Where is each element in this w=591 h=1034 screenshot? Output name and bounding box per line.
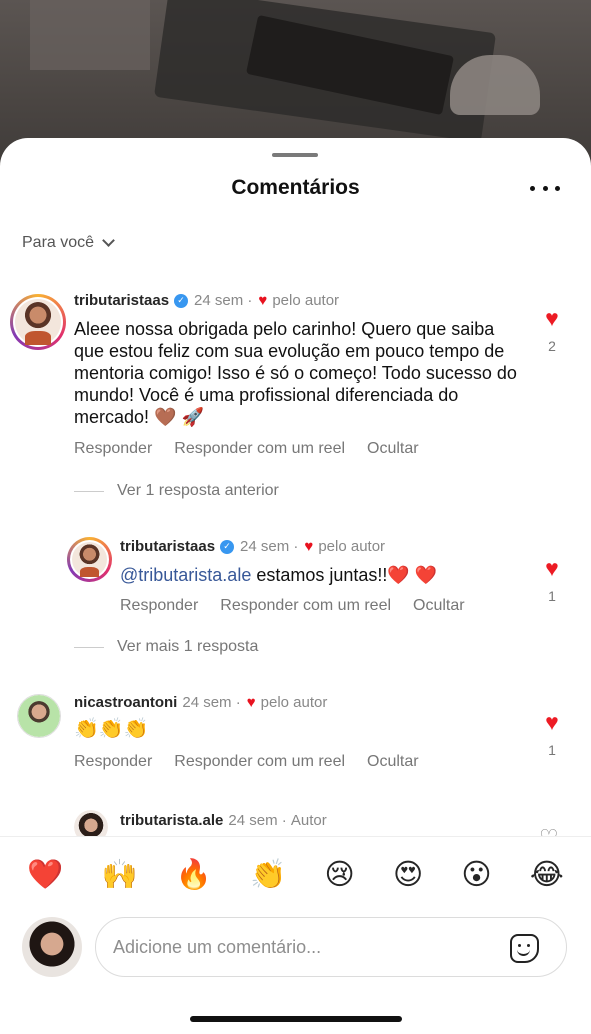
liked-by-author-heart-icon: ♥	[304, 538, 314, 555]
reply-button[interactable]: Responder	[74, 440, 152, 458]
emoji-clap[interactable]: 👏	[250, 857, 286, 892]
comment-text: Aleee nossa obrigada pelo carinho! Quero…	[74, 319, 517, 427]
comment-meta: nicastroantoni 24 sem · ♥ pelo autor	[74, 694, 328, 711]
timestamp: 24 sem	[240, 538, 290, 555]
comment-actions: Responder Responder com um reel Ocultar	[120, 597, 487, 615]
hide-button[interactable]: Ocultar	[367, 753, 419, 771]
author-tag: Autor	[290, 812, 327, 829]
emoji-quick-bar: ❤️ 🙌 🔥 👏 😢 😍 😮 😂	[0, 857, 591, 892]
hide-button[interactable]: Ocultar	[367, 440, 419, 458]
liked-by-author-heart-icon: ♥	[258, 292, 268, 309]
mention-link[interactable]: @tributarista.ale	[120, 565, 251, 585]
view-previous-replies-link[interactable]: Ver 1 resposta anterior	[74, 482, 279, 500]
timestamp: 24 sem	[194, 292, 244, 309]
background-cup	[450, 55, 540, 115]
sticker-icon[interactable]	[510, 934, 539, 963]
emoji-fire[interactable]: 🔥	[176, 857, 212, 892]
reply-with-reel-button[interactable]: Responder com um reel	[174, 440, 345, 458]
heart-icon[interactable]: ♥	[537, 710, 567, 734]
like-control: ♥ 1	[537, 710, 567, 758]
emoji-crying[interactable]: 😢	[324, 857, 354, 892]
username[interactable]: tributaristaas	[120, 538, 215, 555]
timestamp: 24 sem	[182, 694, 232, 711]
comment: nicastroantoni 24 sem · ♥ pelo autor 👏👏👏…	[0, 686, 591, 786]
comment-meta: tributaristaas ✓ 24 sem · ♥ pelo autor	[120, 538, 386, 555]
avatar[interactable]	[10, 294, 66, 350]
comment-input[interactable]	[113, 936, 493, 958]
emoji-raised-hands[interactable]: 🙌	[101, 857, 137, 892]
verified-icon: ✓	[220, 539, 235, 554]
like-count: 2	[548, 338, 556, 354]
comment: tributaristaas ✓ 24 sem · ♥ pelo autor A…	[0, 286, 591, 506]
reply-button[interactable]: Responder	[74, 753, 152, 771]
username[interactable]: nicastroantoni	[74, 694, 177, 711]
more-options-icon[interactable]	[530, 180, 560, 196]
view-more-replies-link[interactable]: Ver mais 1 resposta	[74, 638, 258, 656]
comment-meta: tributaristaas ✓ 24 sem · ♥ pelo autor	[74, 292, 340, 309]
comment-meta: tributarista.ale 24 sem · Autor	[120, 812, 327, 829]
like-control: ♥ 2	[537, 306, 567, 354]
timestamp: 24 sem	[228, 812, 278, 829]
username[interactable]: tributaristaas	[74, 292, 169, 309]
verified-icon: ✓	[174, 293, 189, 308]
emoji-surprised[interactable]: 😮	[461, 857, 491, 892]
sheet-title: Comentários	[231, 176, 360, 199]
like-count: 1	[548, 588, 556, 604]
home-indicator	[190, 1016, 402, 1022]
emoji-laughing[interactable]: 😂	[530, 857, 564, 892]
liked-by-author-label: pelo autor	[318, 538, 386, 555]
reply-with-reel-button[interactable]: Responder com um reel	[174, 753, 345, 771]
avatar[interactable]	[67, 537, 112, 582]
liked-by-author-heart-icon: ♥	[246, 694, 256, 711]
comment-actions: Responder Responder com um reel Ocultar	[74, 753, 441, 771]
emoji-heart-eyes[interactable]: 😍	[393, 857, 423, 892]
like-count: 1	[548, 742, 556, 758]
hide-button[interactable]: Ocultar	[413, 597, 465, 615]
liked-by-author-label: pelo autor	[260, 694, 328, 711]
heart-icon[interactable]: ♥	[537, 556, 567, 580]
like-control: ♥ 1	[537, 556, 567, 604]
heart-icon[interactable]: ♥	[537, 306, 567, 330]
comment-composer: ❤️ 🙌 🔥 👏 😢 😍 😮 😂	[0, 836, 591, 1034]
comment-text: @tributarista.ale estamos juntas!!❤️ ❤️	[120, 565, 438, 585]
sheet-grabber[interactable]	[272, 153, 318, 157]
current-user-avatar	[22, 917, 82, 977]
sort-dropdown[interactable]: Para você	[22, 234, 115, 252]
reply-with-reel-button[interactable]: Responder com um reel	[220, 597, 391, 615]
comment-text: 👏👏👏	[74, 718, 149, 740]
liked-by-author-label: pelo autor	[272, 292, 340, 309]
username[interactable]: tributarista.ale	[120, 812, 223, 829]
reply-button[interactable]: Responder	[120, 597, 198, 615]
chevron-down-icon	[102, 234, 115, 247]
background-paper	[30, 0, 150, 70]
sort-label: Para você	[22, 234, 95, 251]
comment-reply: tributaristaas ✓ 24 sem · ♥ pelo autor @…	[0, 530, 591, 630]
comment-input-container	[95, 917, 567, 977]
comment-actions: Responder Responder com um reel Ocultar	[74, 440, 441, 458]
avatar[interactable]	[17, 694, 61, 738]
emoji-heart[interactable]: ❤️	[27, 857, 63, 892]
